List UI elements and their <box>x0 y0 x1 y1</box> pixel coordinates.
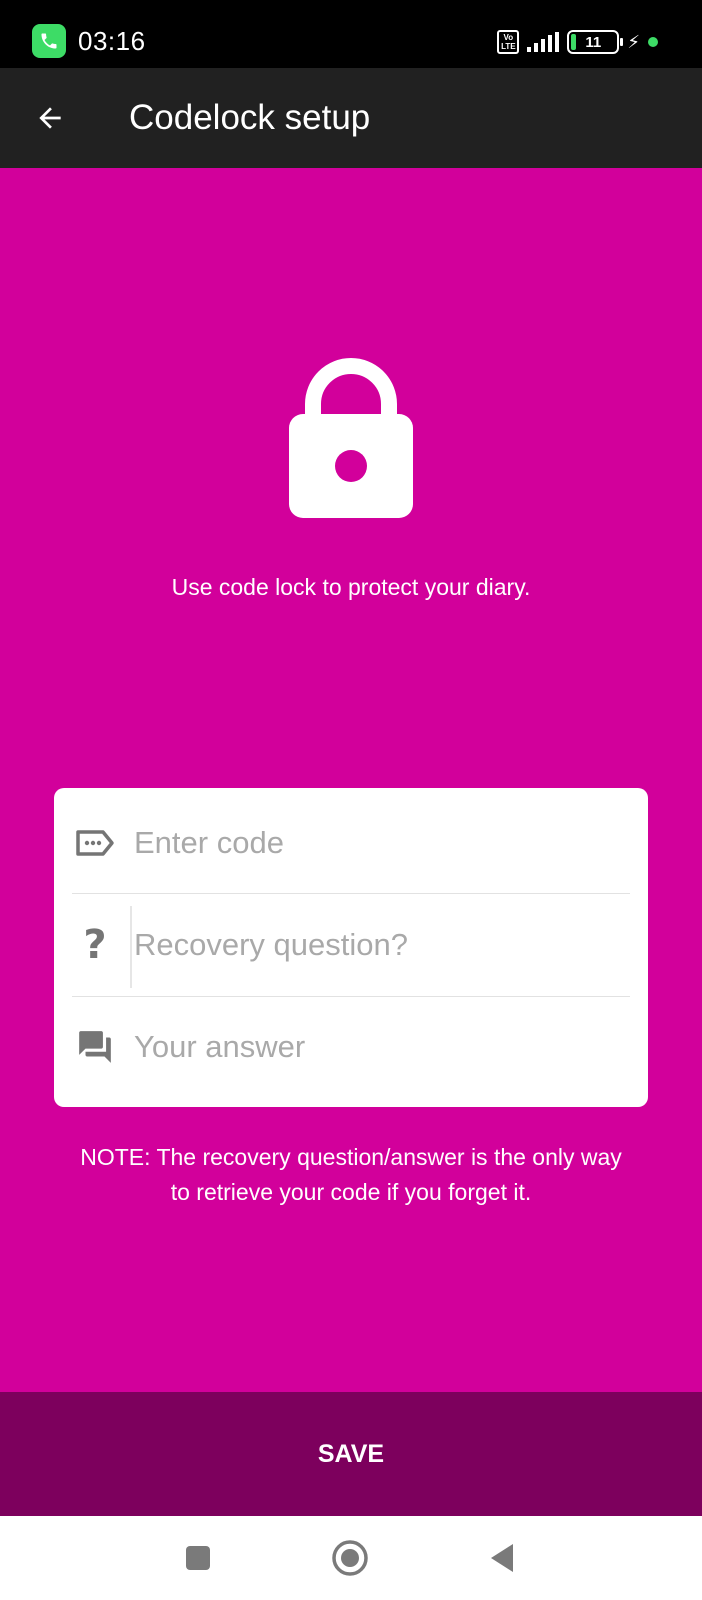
triangle-back-icon[interactable] <box>482 1538 522 1578</box>
battery-icon: 11 <box>567 30 624 54</box>
codelock-form-card: ? <box>54 788 648 1107</box>
save-button[interactable]: SAVE <box>0 1392 702 1516</box>
circle-home-icon[interactable] <box>330 1538 370 1578</box>
lock-icon <box>289 358 413 518</box>
code-input[interactable] <box>134 814 624 872</box>
status-icons: Vo LTE 11 ⚡ <box>497 28 658 56</box>
answer-input[interactable] <box>134 1018 624 1076</box>
status-bar: 03:16 Vo LTE 11 ⚡ <box>0 0 702 68</box>
answer-field <box>72 996 630 1096</box>
back-button[interactable] <box>20 88 80 148</box>
phone-call-icon[interactable] <box>32 24 66 58</box>
status-time: 03:16 <box>78 26 146 56</box>
battery-level: 11 <box>585 33 602 51</box>
charging-bolt-icon: ⚡ <box>627 32 640 52</box>
page-title: Codelock setup <box>129 98 371 137</box>
question-mark-icon: ? <box>83 922 107 968</box>
recovery-question-field: ? <box>72 894 630 994</box>
password-tag-icon <box>74 822 116 864</box>
volte-icon: Vo LTE <box>497 30 520 54</box>
app-bar: Codelock setup <box>0 68 702 168</box>
arrow-left-icon <box>39 107 61 129</box>
recovery-note: NOTE: The recovery question/answer is th… <box>80 1144 622 1205</box>
signal-icon <box>527 32 560 52</box>
field-separator <box>130 906 132 988</box>
code-field <box>72 792 630 892</box>
chat-bubbles-icon <box>74 1026 116 1068</box>
system-nav-bar <box>0 1516 702 1600</box>
tagline: Use code lock to protect your diary. <box>171 574 531 600</box>
square-recents-icon[interactable] <box>178 1538 218 1578</box>
recovery-question-input[interactable] <box>134 916 624 974</box>
green-dot-indicator <box>648 37 658 47</box>
